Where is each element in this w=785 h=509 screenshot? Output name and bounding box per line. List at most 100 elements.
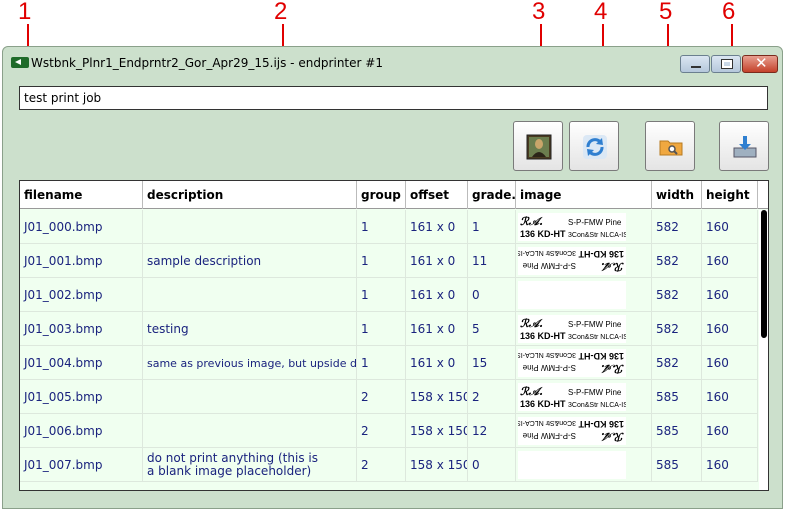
cell-filename: J01_001.bmp	[20, 244, 143, 278]
cell-group-text: 1	[361, 322, 369, 336]
thumb-line1-right: S-P-FMW Pine	[522, 363, 576, 372]
cell-height-text: 160	[706, 424, 729, 438]
callout-4: 4	[594, 0, 608, 25]
cell-height: 160	[702, 312, 758, 346]
minimize-button[interactable]	[680, 55, 710, 73]
cell-filename-text: J01_004.bmp	[24, 356, 103, 370]
cell-description	[143, 210, 357, 244]
thumb-logo: ℛ𝒜.	[520, 215, 544, 228]
column-header-offset[interactable]: offset	[406, 181, 468, 209]
browse-folder-button[interactable]	[645, 121, 695, 171]
cell-description-text: do not print anything (this is a blank i…	[147, 451, 318, 478]
thumb-line1-left: 136 KD-HT	[578, 351, 624, 361]
cell-width-text: 582	[656, 322, 679, 336]
cell-width: 582	[652, 244, 702, 278]
table-row[interactable]: J01_007.bmp do not print anything (this i…	[20, 448, 758, 482]
cell-grade-text: 5	[472, 322, 480, 336]
cell-grade-text: 0	[472, 288, 480, 302]
column-header-grade[interactable]: grade...	[468, 181, 516, 209]
vertical-scrollbar[interactable]	[759, 210, 768, 490]
cell-offset-text: 161 x 0	[410, 288, 456, 302]
scrollbar-thumb[interactable]	[761, 210, 767, 338]
table-row[interactable]: J01_000.bmp 1 161 x 0 1 ℛ𝒜. 136 KD-HT S-P-FMW …	[20, 210, 758, 244]
cell-filename-text: J01_005.bmp	[24, 390, 103, 404]
cell-height-text: 160	[706, 288, 729, 302]
column-header-image[interactable]: image	[516, 181, 652, 209]
cell-height: 160	[702, 210, 758, 244]
cell-description	[143, 380, 357, 414]
title-bar[interactable]: Wstbnk_Plnr1_Endprntr2_Gor_Apr29_15.ijs …	[3, 47, 782, 77]
label-preview-graphic: ℛ𝒜.136 KD-HTS-P-FMW Pine 3Con&Str NLCA-IS	[520, 385, 626, 409]
callout-6: 6	[722, 0, 736, 25]
cell-description-text: same as previous image, but upside down	[147, 356, 357, 370]
cell-filename: J01_007.bmp	[20, 448, 143, 482]
cell-grade-text: 2	[472, 390, 480, 404]
job-name-input[interactable]	[19, 86, 768, 110]
thumb-logo: ℛ𝒜.	[600, 260, 624, 273]
cell-grade: 0	[468, 448, 516, 482]
table-row[interactable]: J01_004.bmp same as previous image, but u…	[20, 346, 758, 380]
cell-offset: 161 x 0	[406, 210, 468, 244]
cell-image: ℛ𝒜. 136 KD-HT S-P-FMW Pine 3Con&Str NLCA-IS	[516, 312, 652, 346]
picture-icon	[526, 134, 552, 160]
cell-width: 585	[652, 414, 702, 448]
table-row[interactable]: J01_003.bmp testing 1 161 x 0 5 ℛ𝒜. 136 KD-HT S…	[20, 312, 758, 346]
table-row[interactable]: J01_006.bmp 2 158 x 150 12 ℛ𝒜. 136 KD-HT S-P-F…	[20, 414, 758, 448]
cell-height-text: 160	[706, 458, 729, 472]
cell-width: 582	[652, 210, 702, 244]
cell-height-text: 160	[706, 390, 729, 404]
cell-grade: 12	[468, 414, 516, 448]
endprinter-window: Wstbnk_Plnr1_Endprntr2_Gor_Apr29_15.ijs …	[2, 46, 783, 509]
thumb-line1-left: 136 KD-HT	[520, 331, 566, 341]
cell-height: 160	[702, 448, 758, 482]
table-row[interactable]: J01_005.bmp 2 158 x 150 2 ℛ𝒜. 136 KD-HT S-P-FM…	[20, 380, 758, 414]
image-thumbnail: ℛ𝒜. 136 KD-HT S-P-FMW Pine 3Con&Str NLCA-IS	[518, 417, 626, 445]
image-button[interactable]	[513, 121, 563, 171]
cell-offset-text: 158 x 150	[410, 390, 468, 404]
thumb-logo: ℛ𝒜.	[520, 385, 544, 398]
cell-group-text: 1	[361, 254, 369, 268]
cell-width-text: 582	[656, 254, 679, 268]
column-header-filename[interactable]: filename	[20, 181, 143, 209]
cell-height: 160	[702, 414, 758, 448]
thumb-line2-right: 3Con&Str NLCA-IS	[518, 249, 576, 256]
cell-filename: J01_006.bmp	[20, 414, 143, 448]
image-thumbnail: ℛ𝒜. 136 KD-HT S-P-FMW Pine 3Con&Str NLCA-IS	[518, 349, 626, 377]
close-button[interactable]: ✕	[742, 54, 778, 73]
cell-group: 2	[357, 414, 406, 448]
column-header-group[interactable]: group	[357, 181, 406, 209]
table-row[interactable]: J01_001.bmp sample description 1 161 x 0 11 ℛ…	[20, 244, 758, 278]
column-header-description[interactable]: description	[143, 181, 357, 209]
thumb-line2-right: 3Con&Str NLCA-IS	[568, 334, 626, 341]
cell-offset: 161 x 0	[406, 244, 468, 278]
cell-height-text: 160	[706, 220, 729, 234]
image-thumbnail: ℛ𝒜. 136 KD-HT S-P-FMW Pine 3Con&Str NLCA-IS	[518, 383, 626, 411]
cell-width-text: 585	[656, 458, 679, 472]
cell-filename-text: J01_007.bmp	[24, 458, 103, 472]
thumb-line1-left: 136 KD-HT	[578, 249, 624, 259]
cell-width: 582	[652, 278, 702, 312]
cell-grade: 1	[468, 210, 516, 244]
cell-height-text: 160	[706, 356, 729, 370]
refresh-button[interactable]	[569, 121, 619, 171]
thumb-logo: ℛ𝒜.	[600, 362, 624, 375]
cell-grade: 15	[468, 346, 516, 380]
cell-height: 160	[702, 346, 758, 380]
table-row[interactable]: J01_002.bmp 1 161 x 0 0 582 160	[20, 278, 758, 312]
cell-group: 1	[357, 244, 406, 278]
cell-group: 1	[357, 278, 406, 312]
cell-grade-text: 0	[472, 458, 480, 472]
export-button[interactable]	[719, 121, 769, 171]
image-table: filename description group offset grade.…	[19, 180, 769, 491]
image-thumbnail: ℛ𝒜. 136 KD-HT S-P-FMW Pine 3Con&Str NLCA-IS	[518, 315, 626, 343]
cell-offset-text: 161 x 0	[410, 254, 456, 268]
cell-description: testing	[143, 312, 357, 346]
cell-description	[143, 414, 357, 448]
label-preview-graphic: ℛ𝒜.136 KD-HTS-P-FMW Pine 3Con&Str NLCA-IS	[518, 419, 624, 443]
cell-width-text: 582	[656, 288, 679, 302]
cell-offset-text: 161 x 0	[410, 220, 456, 234]
column-header-height[interactable]: height	[702, 181, 758, 209]
cell-width-text: 582	[656, 220, 679, 234]
maximize-button[interactable]	[711, 55, 741, 73]
column-header-width[interactable]: width	[652, 181, 702, 209]
